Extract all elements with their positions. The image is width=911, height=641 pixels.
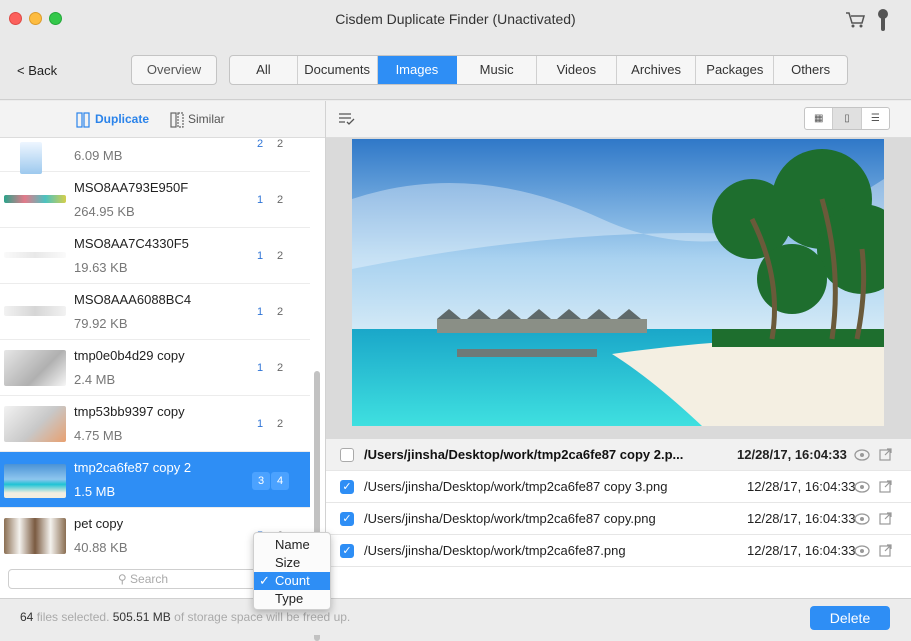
file-row[interactable]: /Users/jinsha/Desktop/work/tmp2ca6fe87 c… <box>326 439 911 471</box>
mode-bar: Duplicate Similar <box>0 101 325 138</box>
back-button[interactable]: < Back <box>17 63 57 78</box>
thumbnail <box>20 142 42 174</box>
minimize-window-button[interactable] <box>29 12 42 25</box>
duplicate-icon <box>76 112 90 128</box>
search-input[interactable]: ⚲ Search <box>8 569 278 589</box>
thumbnail <box>4 518 66 554</box>
tab-packages[interactable]: Packages <box>696 56 775 84</box>
preview-view-icon[interactable]: ▯ <box>833 108 862 129</box>
sort-size-option[interactable]: Size <box>254 554 330 572</box>
similar-icon <box>170 112 184 128</box>
search-icon: ⚲ <box>117 572 127 586</box>
sort-menu: Name Size ✓ Count Type <box>253 532 331 610</box>
list-item[interactable]: MSO8AA7C4330F5 19.63 KB 12 <box>0 228 310 284</box>
file-row[interactable]: ✓ /Users/jinsha/Desktop/work/tmp2ca6fe87… <box>326 535 911 567</box>
file-row[interactable]: ✓ /Users/jinsha/Desktop/work/tmp2ca6fe87… <box>326 503 911 535</box>
toolbar: < Back Overview All Documents Images Mus… <box>0 40 911 100</box>
eye-icon[interactable] <box>854 545 870 557</box>
thumbnail <box>4 306 66 316</box>
list-item[interactable]: MSO8AAA6088BC4 79.92 KB 12 <box>0 284 310 340</box>
title-bar: Cisdem Duplicate Finder (Unactivated) <box>0 0 911 40</box>
list-item-selected[interactable]: tmp2ca6fe87 copy 2 1.5 MB 34 <box>0 452 310 508</box>
window-title: Cisdem Duplicate Finder (Unactivated) <box>335 11 576 27</box>
group-list: 6.09 MB 22 MSO8AA793E950F 264.95 KB 12 M… <box>0 138 310 558</box>
tab-all[interactable]: All <box>230 56 298 84</box>
image-preview-area <box>326 138 911 439</box>
eye-icon[interactable] <box>854 481 870 493</box>
status-bar: 64 files selected. 505.51 MB of storage … <box>0 598 911 635</box>
tab-others[interactable]: Others <box>774 56 847 84</box>
thumbnail <box>4 406 66 442</box>
thumbnail <box>4 350 66 386</box>
tab-documents[interactable]: Documents <box>298 56 378 84</box>
select-options-icon[interactable] <box>338 112 355 126</box>
wrench-icon[interactable] <box>876 8 890 32</box>
thumbnail <box>4 252 66 258</box>
duplicate-group-panel: Duplicate Similar 6.09 MB 22 MSO8AA793E9… <box>0 101 326 641</box>
list-view-icon[interactable]: ☰ <box>862 108 889 129</box>
thumbnail <box>4 464 66 498</box>
sort-type-option[interactable]: Type <box>254 590 330 608</box>
close-window-button[interactable] <box>9 12 22 25</box>
file-list: /Users/jinsha/Desktop/work/tmp2ca6fe87 c… <box>326 439 911 567</box>
eye-icon[interactable] <box>854 449 870 461</box>
open-external-icon[interactable] <box>879 448 892 461</box>
duplicate-mode-button[interactable]: Duplicate <box>95 112 149 126</box>
detail-toolbar: ▦ ▯ ☰ <box>326 101 911 138</box>
eye-icon[interactable] <box>854 513 870 525</box>
view-mode-switch: ▦ ▯ ☰ <box>804 107 890 130</box>
file-checkbox[interactable]: ✓ <box>340 512 354 526</box>
tab-videos[interactable]: Videos <box>537 56 617 84</box>
overview-button[interactable]: Overview <box>131 55 217 85</box>
cart-icon[interactable] <box>845 10 865 30</box>
grid-view-icon[interactable]: ▦ <box>805 108 834 129</box>
zoom-window-button[interactable] <box>49 12 62 25</box>
category-tabs: All Documents Images Music Videos Archiv… <box>229 55 848 85</box>
open-external-icon[interactable] <box>879 512 892 525</box>
open-external-icon[interactable] <box>879 544 892 557</box>
file-row[interactable]: ✓ /Users/jinsha/Desktop/work/tmp2ca6fe87… <box>326 471 911 503</box>
detail-panel: ▦ ▯ ☰ /Users/jinsha/Desktop/work/tmp2ca6… <box>326 101 911 598</box>
selection-summary: 64 files selected. 505.51 MB of storage … <box>20 610 351 624</box>
list-item[interactable]: tmp53bb9397 copy 4.75 MB 12 <box>0 396 310 452</box>
list-item[interactable]: 6.09 MB 22 <box>0 138 310 174</box>
similar-mode-button[interactable]: Similar <box>188 112 225 126</box>
tab-archives[interactable]: Archives <box>617 56 697 84</box>
tab-images[interactable]: Images <box>377 56 458 84</box>
delete-button[interactable]: Delete <box>810 606 890 630</box>
thumbnail <box>4 195 66 203</box>
tab-music[interactable]: Music <box>457 56 537 84</box>
sort-name-option[interactable]: Name <box>254 536 330 554</box>
preview-image <box>352 139 884 426</box>
list-item[interactable]: MSO8AA793E950F 264.95 KB 12 <box>0 172 310 228</box>
sort-count-option[interactable]: ✓ Count <box>254 572 330 590</box>
open-external-icon[interactable] <box>879 480 892 493</box>
checkmark-icon: ✓ <box>259 573 270 588</box>
file-checkbox[interactable]: ✓ <box>340 480 354 494</box>
file-checkbox[interactable]: ✓ <box>340 544 354 558</box>
list-item[interactable]: tmp0e0b4d29 copy 2.4 MB 12 <box>0 340 310 396</box>
file-checkbox[interactable] <box>340 448 354 462</box>
